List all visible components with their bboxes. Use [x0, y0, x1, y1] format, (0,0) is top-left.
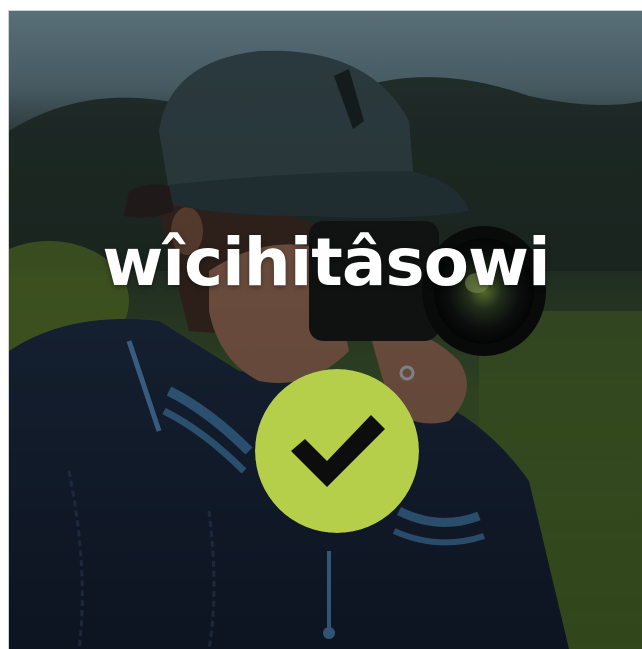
confirm-button[interactable] [255, 369, 419, 533]
page-frame: wîcihitâsowi [0, 0, 642, 649]
language-title: wîcihitâsowi [102, 224, 550, 301]
background-photo [9, 11, 642, 649]
media-card: wîcihitâsowi [8, 10, 642, 649]
